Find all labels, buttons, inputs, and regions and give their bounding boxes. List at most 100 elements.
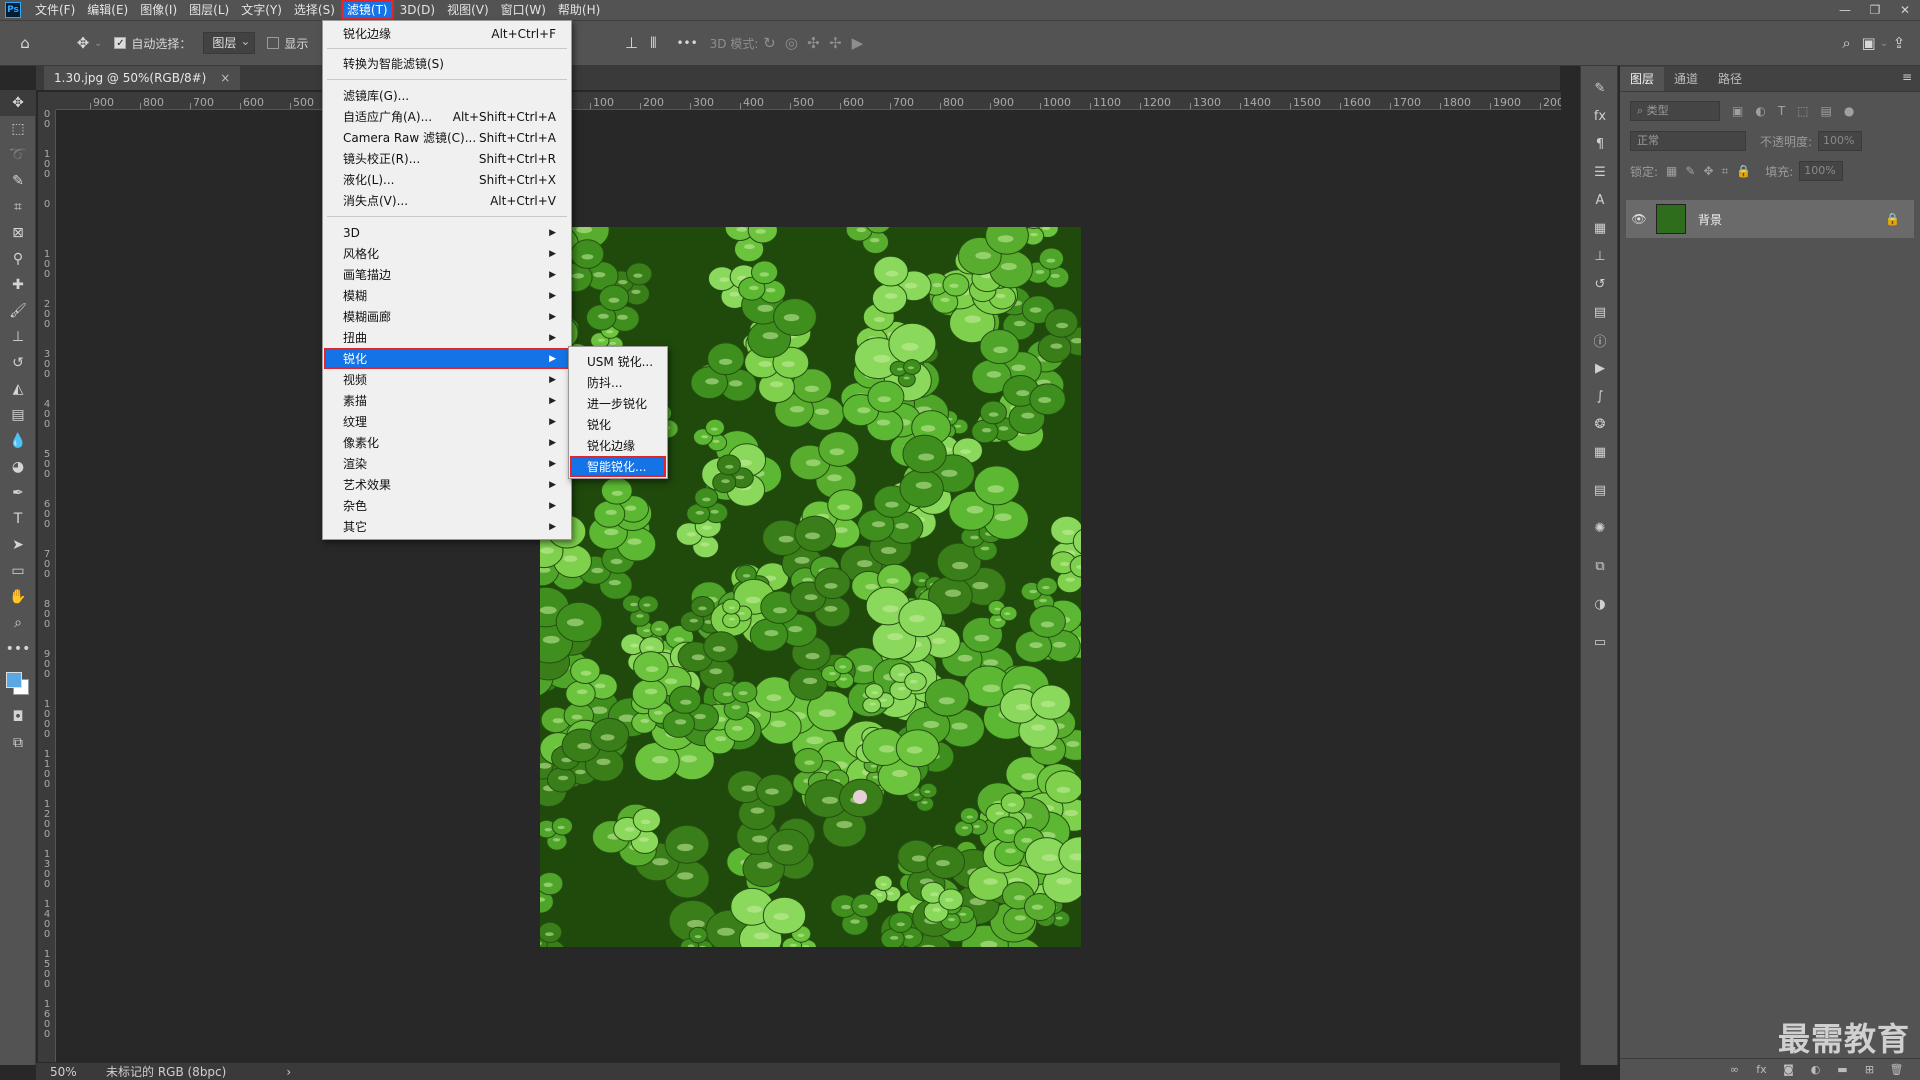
fx-button-icon[interactable]: fx xyxy=(1748,1063,1775,1076)
menu-view[interactable]: 视图(V) xyxy=(441,0,495,20)
auto-select-target[interactable]: 图层 xyxy=(197,20,261,66)
menu-item-lens-correction[interactable]: 镜头校正(R)... Shift+Ctrl+R xyxy=(324,148,570,169)
marquee-tool[interactable]: ⬚ xyxy=(0,116,36,142)
menu-item-other[interactable]: 其它 ▶ xyxy=(324,516,570,537)
menu-file[interactable]: 文件(F) xyxy=(29,0,81,20)
gradients-button[interactable]: ▭ xyxy=(1581,628,1619,656)
minimize-button[interactable]: — xyxy=(1830,0,1860,20)
lock-transparent-icon[interactable]: ▦ xyxy=(1666,164,1677,178)
filter-adjustment-icon[interactable]: ◐ xyxy=(1755,104,1765,118)
roll-icon[interactable]: ◎ xyxy=(780,32,802,54)
menu-item-vanishing-point[interactable]: 消失点(V)... Alt+Ctrl+V xyxy=(324,190,570,211)
blend-mode-dropdown[interactable]: 正常 xyxy=(1630,131,1746,151)
menu-help[interactable]: 帮助(H) xyxy=(552,0,606,20)
lasso-tool[interactable]: ➰ xyxy=(0,142,36,168)
color-button[interactable]: ◑ xyxy=(1581,590,1619,618)
menu-item-filter-gallery[interactable]: 滤镜库(G)... xyxy=(324,85,570,106)
history-brush-tool[interactable]: ↺ xyxy=(0,350,36,376)
home-button[interactable]: ⌂ xyxy=(0,20,42,66)
adjustments-button[interactable]: ☰ xyxy=(1581,158,1619,186)
paths-button[interactable]: ∫ xyxy=(1581,382,1619,410)
character-button[interactable]: A xyxy=(1581,186,1619,214)
fill-input[interactable]: 100% xyxy=(1799,161,1844,181)
show-transform-option[interactable]: 显示 xyxy=(261,20,314,66)
close-window-button[interactable]: ✕ xyxy=(1890,0,1920,20)
menu-item-distort[interactable]: 扭曲 ▶ xyxy=(324,327,570,348)
document-tab[interactable]: 1.30.jpg @ 50%(RGB/8#) × xyxy=(44,66,241,90)
menu-item-sharpen-edges-last[interactable]: 锐化边缘 Alt+Ctrl+F xyxy=(324,23,570,44)
status-menu-arrow[interactable]: › xyxy=(286,1065,291,1079)
dodge-tool[interactable]: ◕ xyxy=(0,454,36,480)
zoom-level[interactable]: 50% xyxy=(36,1065,92,1079)
navigator-button[interactable]: ✺ xyxy=(1581,514,1619,542)
type-tool[interactable]: T xyxy=(0,506,36,532)
lock-paint-icon[interactable]: ✎ xyxy=(1685,164,1695,178)
show-transform-checkbox[interactable] xyxy=(267,37,280,49)
menu-item-brush-strokes[interactable]: 画笔描边 ▶ xyxy=(324,264,570,285)
opacity-input[interactable]: 100% xyxy=(1818,131,1863,151)
history-button[interactable]: ↺ xyxy=(1581,270,1619,298)
gradient-tool[interactable]: ▤ xyxy=(0,402,36,428)
share-icon[interactable]: ⇪ xyxy=(1888,32,1910,54)
menu-item-convert-smart-filter[interactable]: 转换为智能滤镜(S) xyxy=(324,53,570,74)
pen-tool[interactable]: ✒ xyxy=(0,480,36,506)
move-tool[interactable]: ✥ xyxy=(0,90,36,116)
slide-icon[interactable]: ✢ xyxy=(824,32,846,54)
paragraph-button[interactable]: ¶ xyxy=(1581,130,1619,158)
workspace-icon[interactable]: ▣ xyxy=(1858,32,1880,54)
tab-paths[interactable]: 路径 xyxy=(1708,67,1752,91)
tab-channels[interactable]: 通道 xyxy=(1664,67,1708,91)
crop-tool[interactable]: ⌗ xyxy=(0,194,36,220)
brush-settings-button[interactable]: ✎ xyxy=(1581,74,1619,102)
clone-source-button[interactable]: ⊥ xyxy=(1581,242,1619,270)
info-button[interactable]: ⓘ xyxy=(1581,326,1619,354)
shape-tool[interactable]: ▭ xyxy=(0,558,36,584)
trash-icon[interactable]: 🗑 xyxy=(1883,1063,1910,1076)
menu-select[interactable]: 选择(S) xyxy=(288,0,341,20)
folder-icon[interactable]: ▬ xyxy=(1829,1063,1856,1076)
move-tool-preset[interactable]: ✥ ⌄ xyxy=(42,20,108,66)
menu-3d[interactable]: 3D(D) xyxy=(394,0,441,20)
clone-stamp-tool[interactable]: ⊥ xyxy=(0,324,36,350)
menu-item-texture[interactable]: 纹理 ▶ xyxy=(324,411,570,432)
menu-edit[interactable]: 编辑(E) xyxy=(81,0,134,20)
align-bottom-icon[interactable]: ⊥ xyxy=(620,32,642,54)
panel-menu-icon[interactable]: ≡ xyxy=(1902,70,1912,84)
orbit-icon[interactable]: ↻ xyxy=(758,32,780,54)
submenu-item-unsharp-mask[interactable]: USM 锐化... xyxy=(570,351,666,372)
3d-button[interactable]: ❂ xyxy=(1581,410,1619,438)
menu-item-pixelate[interactable]: 像素化 ▶ xyxy=(324,432,570,453)
clover-photo[interactable] xyxy=(540,227,1081,947)
lock-position-icon[interactable]: ✥ xyxy=(1703,164,1713,178)
submenu-item-sharpen-more[interactable]: 进一步锐化 xyxy=(570,393,666,414)
swatches-button[interactable]: ▦ xyxy=(1581,438,1619,466)
menu-layer[interactable]: 图层(L) xyxy=(183,0,235,20)
color-swatches[interactable] xyxy=(0,662,36,704)
auto-select-dropdown[interactable]: 图层 xyxy=(203,31,256,54)
menu-type[interactable]: 文字(Y) xyxy=(235,0,288,20)
actions-button[interactable]: ▶ xyxy=(1581,354,1619,382)
submenu-item-smart-sharpen[interactable]: 智能锐化... xyxy=(570,456,666,477)
eraser-tool[interactable]: ◭ xyxy=(0,376,36,402)
menu-item-liquify[interactable]: 液化(L)... Shift+Ctrl+X xyxy=(324,169,570,190)
filter-toggle-icon[interactable]: ● xyxy=(1844,104,1854,118)
quick-mask-button[interactable]: ◘ xyxy=(0,704,36,730)
canvas-area[interactable] xyxy=(56,110,1561,1065)
menu-item-camera-raw[interactable]: Camera Raw 滤镜(C)... Shift+Ctrl+A xyxy=(324,127,570,148)
menu-item-video[interactable]: 视频 ▶ xyxy=(324,369,570,390)
properties-button[interactable]: ▦ xyxy=(1581,214,1619,242)
menu-filter[interactable]: 滤镜(T) xyxy=(340,0,394,20)
tab-layers[interactable]: 图层 xyxy=(1620,67,1665,91)
mask-icon[interactable]: ◙ xyxy=(1775,1063,1802,1076)
hand-tool[interactable]: ✋ xyxy=(0,584,36,610)
submenu-item-shake-reduction[interactable]: 防抖... xyxy=(570,372,666,393)
submenu-item-sharpen-edges[interactable]: 锐化边缘 xyxy=(570,435,666,456)
filter-pixel-icon[interactable]: ▣ xyxy=(1732,104,1743,118)
eyedropper-tool[interactable]: ⚲ xyxy=(0,246,36,272)
menu-item-render[interactable]: 渲染 ▶ xyxy=(324,453,570,474)
menu-item-blur[interactable]: 模糊 ▶ xyxy=(324,285,570,306)
menu-item-sharpen[interactable]: 锐化 ▶ xyxy=(324,348,570,369)
menu-item-3d[interactable]: 3D ▶ xyxy=(324,222,570,243)
styles-button[interactable]: fx xyxy=(1581,102,1619,130)
menu-item-adaptive-wide-angle[interactable]: 自适应广角(A)... Alt+Shift+Ctrl+A xyxy=(324,106,570,127)
